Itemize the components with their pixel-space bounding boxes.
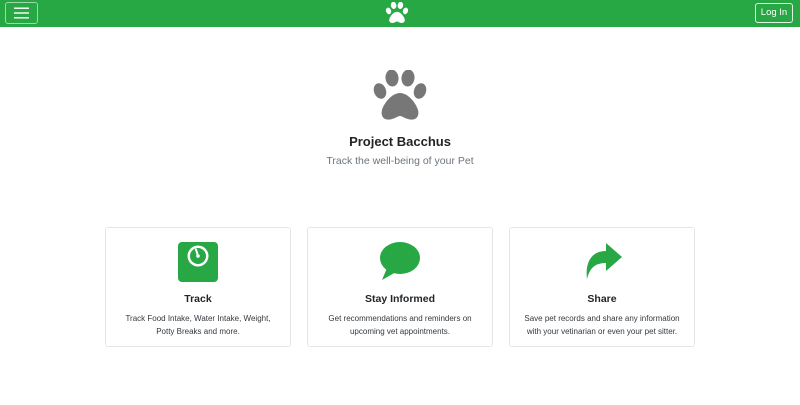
feature-title: Track [184, 293, 212, 305]
feature-card-stay-informed: Stay Informed Get recommendations and re… [307, 227, 493, 347]
paw-icon [373, 70, 427, 120]
feature-title: Share [587, 293, 617, 305]
menu-toggle-button[interactable] [5, 2, 38, 24]
paw-icon[interactable] [385, 2, 409, 24]
page-subtitle: Track the well-being of your Pet [326, 155, 474, 167]
page-title: Project Bacchus [349, 134, 451, 149]
feature-title: Stay Informed [364, 293, 435, 305]
feature-card-share: Share Save pet records and share any inf… [509, 227, 695, 347]
feature-description: Get recommendations and reminders on upc… [328, 314, 472, 336]
share-arrow-icon [586, 243, 622, 279]
feature-description: Save pet records and share any informati… [524, 314, 680, 336]
feature-description: Track Food Intake, Water Intake, Weight,… [125, 314, 271, 336]
feature-card-track: Track Track Food Intake, Water Intake, W… [105, 227, 291, 347]
top-navbar: Log In [0, 0, 800, 27]
scale-icon [178, 242, 218, 282]
hamburger-icon [14, 7, 29, 19]
chat-bubble-icon [380, 242, 420, 280]
login-button[interactable]: Log In [755, 3, 793, 23]
